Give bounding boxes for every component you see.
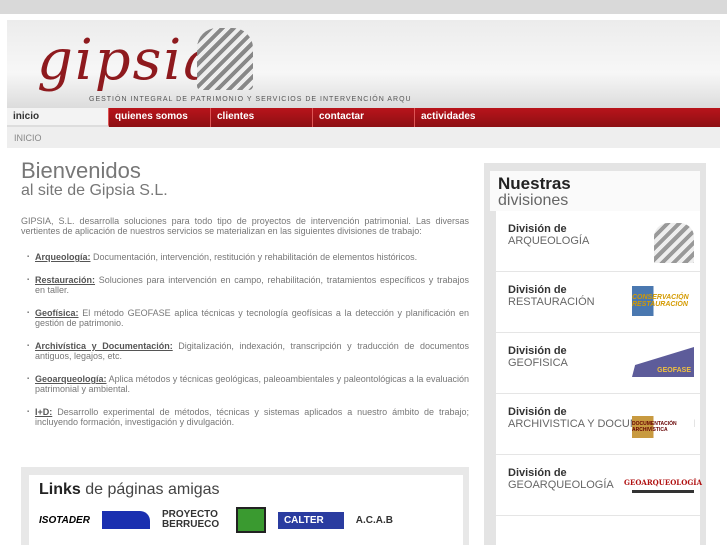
item-link[interactable]: Geoarqueología: — [35, 374, 107, 384]
division-archivistica[interactable]: División de ARCHIVISTICA Y DOCUMENTACION… — [496, 394, 700, 455]
item-link[interactable]: Restauración: — [35, 275, 95, 285]
acab-link[interactable]: A.C.A.B — [356, 515, 393, 526]
blue-logo-link[interactable] — [101, 511, 150, 529]
list-item: Geofísica: El método GEOFASE aplica técn… — [27, 308, 469, 328]
item-link[interactable]: I+D: — [35, 407, 52, 417]
links-title-rest: de páginas amigas — [80, 481, 220, 498]
division-list: Arqueología: Documentación, intervención… — [21, 252, 469, 427]
green-logo-link[interactable] — [235, 507, 266, 533]
geoarqueologia-logo: GEOARQUEOLOGÍA — [624, 475, 702, 493]
main-content: Bienvenidos al site de Gipsia S.L. GIPSI… — [21, 160, 469, 440]
logo[interactable]: gipsia — [37, 28, 219, 93]
tagline: GESTIÓN INTEGRAL DE PATRIMONIO Y SERVICI… — [89, 96, 412, 103]
list-item: I+D: Desarrollo experimental de métodos,… — [27, 407, 469, 427]
page-subtitle: al site de Gipsia S.L. — [21, 182, 168, 199]
divisions-heading: Nuestras divisiones — [490, 171, 700, 211]
breadcrumb: INICIO — [7, 127, 720, 148]
list-item: Arqueología: Documentación, intervención… — [27, 252, 469, 262]
main-nav: inicio quienes somos clientes contactar … — [7, 108, 720, 127]
divisions-panel: Nuestras divisiones División de ARQUEOLO… — [484, 163, 706, 551]
nav-actividades[interactable]: actividades — [415, 108, 517, 127]
list-item: Archivística y Documentación: Digitaliza… — [27, 341, 469, 361]
nav-contactar[interactable]: contactar — [313, 108, 415, 127]
proyecto-berrueco-link[interactable]: PROYECTO BERRUECO — [162, 510, 224, 530]
calter-link[interactable]: CALTER — [277, 511, 344, 529]
page-title: Bienvenidos — [21, 158, 141, 183]
division-restauracion[interactable]: División de RESTAURACIÓN CONSERVACIÓN RE… — [496, 272, 700, 333]
friend-links: Links de páginas amigas ISOTADER PROYECT… — [21, 467, 469, 545]
list-item: Geoarqueología: Aplica métodos y técnica… — [27, 374, 469, 394]
intro-text: GIPSIA, S.L. desarrolla soluciones para … — [21, 216, 469, 236]
item-link[interactable]: Geofísica: — [35, 308, 79, 318]
item-link[interactable]: Archivística y Documentación: — [35, 341, 173, 351]
top-bar — [0, 0, 727, 14]
item-text: Soluciones para intervención en campo, r… — [35, 275, 469, 295]
item-text: Documentación, intervención, restitución… — [90, 252, 418, 262]
division-geofisica[interactable]: División de GEOFISICA GEOFASE — [496, 333, 700, 394]
restauracion-logo: CONSERVACIÓN RESTAURACIÓN — [632, 286, 694, 316]
nav-clientes[interactable]: clientes — [211, 108, 313, 127]
archivistica-logo: DOCUMENTACIÓN ARCHIVÍSTICA — [632, 416, 694, 438]
heading-bold: Nuestras — [498, 174, 571, 193]
isotader-link[interactable]: ISOTADER — [39, 515, 90, 526]
item-link[interactable]: Arqueología: — [35, 252, 91, 262]
division-arqueologia[interactable]: División de ARQUEOLOGÍA — [496, 211, 700, 272]
links-title-bold: Links — [39, 481, 81, 498]
links-title: Links de páginas amigas — [39, 481, 453, 499]
heading-rest: divisiones — [498, 192, 569, 209]
division-geoarqueologia[interactable]: División de GEOARQUEOLOGÍA GEOARQUEOLOGÍ… — [496, 455, 702, 516]
item-text: El método GEOFASE aplica técnicas y tecn… — [35, 308, 469, 328]
list-item: Restauración: Soluciones para intervenci… — [27, 275, 469, 295]
arqueologia-logo-icon — [654, 223, 694, 263]
nav-inicio[interactable]: inicio — [7, 108, 109, 127]
nav-quienes-somos[interactable]: quienes somos — [109, 108, 211, 127]
site-header: gipsia GESTIÓN INTEGRAL DE PATRIMONIO Y … — [7, 20, 720, 108]
item-text: Desarrollo experimental de métodos, técn… — [35, 407, 469, 427]
logo-mark-icon — [197, 28, 253, 90]
